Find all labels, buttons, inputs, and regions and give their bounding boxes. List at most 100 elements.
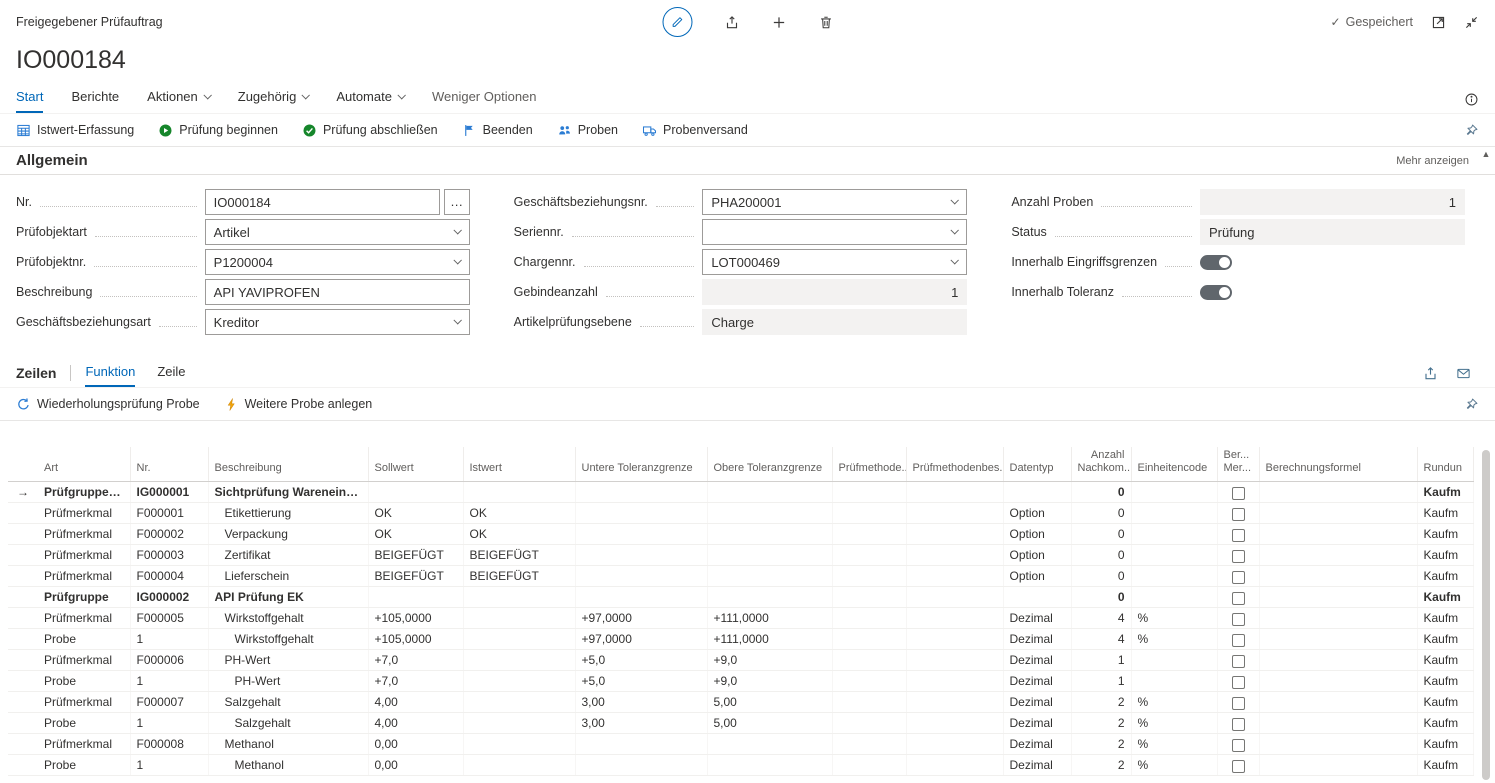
lines-tab-zeile[interactable]: Zeile <box>157 362 185 387</box>
menu-tab-weniger-optionen[interactable]: Weniger Optionen <box>432 85 537 113</box>
nr-cell[interactable]: F000008 <box>130 734 208 755</box>
nr-cell[interactable]: 1 <box>130 629 208 650</box>
beschreibung-cell[interactable]: Sichtprüfung Wareneingang <box>208 482 368 503</box>
check-cell[interactable] <box>1217 545 1259 566</box>
row-selector[interactable] <box>8 713 38 734</box>
art-cell[interactable]: Prüfmerkmal <box>38 503 130 524</box>
beschreibung-cell[interactable]: Verpackung <box>208 524 368 545</box>
general-section-title[interactable]: Allgemein <box>16 152 88 169</box>
vertical-scrollbar[interactable]: ▲ <box>1479 147 1493 783</box>
nr-cell[interactable]: 1 <box>130 713 208 734</box>
row-selector[interactable] <box>8 629 38 650</box>
check-cell[interactable] <box>1217 755 1259 776</box>
datentyp-cell[interactable]: Dezimal <box>1003 671 1071 692</box>
datentyp-cell[interactable]: Option <box>1003 545 1071 566</box>
pruefmethodenbes-cell[interactable] <box>906 692 1003 713</box>
nr-cell[interactable]: F000007 <box>130 692 208 713</box>
check-cell[interactable] <box>1217 671 1259 692</box>
nr-cell[interactable]: F000004 <box>130 566 208 587</box>
action-prüfung-beginnen[interactable]: Prüfung beginnen <box>158 123 278 138</box>
check-cell[interactable] <box>1217 503 1259 524</box>
nr-cell[interactable]: 1 <box>130 671 208 692</box>
untere-cell[interactable]: +97,0000 <box>575 629 707 650</box>
nr-cell[interactable]: F000005 <box>130 608 208 629</box>
formel-cell[interactable] <box>1259 608 1417 629</box>
beschreibung-cell[interactable]: Salzgehalt <box>208 713 368 734</box>
datentyp-cell[interactable]: Dezimal <box>1003 650 1071 671</box>
einheit-cell[interactable] <box>1131 482 1217 503</box>
checkbox[interactable] <box>1232 676 1245 689</box>
check-cell[interactable] <box>1217 734 1259 755</box>
nr-cell[interactable]: 1 <box>130 755 208 776</box>
beschreibung-cell[interactable]: Wirkstoffgehalt <box>208 629 368 650</box>
art-cell[interactable]: Probe <box>38 629 130 650</box>
info-button[interactable] <box>1464 92 1479 107</box>
menu-tab-aktionen[interactable]: Aktionen <box>147 85 210 113</box>
beschreibung-cell[interactable]: Lieferschein <box>208 566 368 587</box>
sollwert-cell[interactable]: 4,00 <box>368 692 463 713</box>
datentyp-cell[interactable]: Dezimal <box>1003 713 1071 734</box>
einheit-cell[interactable] <box>1131 650 1217 671</box>
obere-cell[interactable]: +111,0000 <box>707 629 832 650</box>
art-cell[interactable]: Prüfmerkmal <box>38 650 130 671</box>
sollwert-cell[interactable]: OK <box>368 503 463 524</box>
rundung-cell[interactable]: Kaufm <box>1417 692 1473 713</box>
pruefmethode-cell[interactable] <box>832 650 906 671</box>
untere-cell[interactable]: 3,00 <box>575 692 707 713</box>
checkbox[interactable] <box>1232 739 1245 752</box>
untere-cell[interactable] <box>575 734 707 755</box>
formel-cell[interactable] <box>1259 587 1417 608</box>
pin-button[interactable] <box>1464 123 1479 138</box>
anzahl-cell[interactable]: 1 <box>1071 671 1131 692</box>
anzahl-cell[interactable]: 0 <box>1071 545 1131 566</box>
istwert-cell[interactable] <box>463 692 575 713</box>
formel-cell[interactable] <box>1259 503 1417 524</box>
row-selector[interactable] <box>8 734 38 755</box>
sollwert-cell[interactable]: 4,00 <box>368 713 463 734</box>
row-selector[interactable] <box>8 566 38 587</box>
formel-cell[interactable] <box>1259 755 1417 776</box>
action-beenden[interactable]: Beenden <box>462 123 533 138</box>
check-cell[interactable] <box>1217 692 1259 713</box>
column-header-nr[interactable]: Nr. <box>130 447 208 482</box>
action-probenversand[interactable]: Probenversand <box>642 123 748 138</box>
action-istwert-erfassung[interactable]: Istwert-Erfassung <box>16 123 134 138</box>
datentyp-cell[interactable]: Dezimal <box>1003 629 1071 650</box>
datentyp-cell[interactable] <box>1003 587 1071 608</box>
datentyp-cell[interactable]: Option <box>1003 503 1071 524</box>
pruefmethode-cell[interactable] <box>832 692 906 713</box>
checkbox[interactable] <box>1232 760 1245 773</box>
pruefmethodenbes-cell[interactable] <box>906 587 1003 608</box>
sollwert-cell[interactable]: +7,0 <box>368 671 463 692</box>
obere-cell[interactable] <box>707 524 832 545</box>
obere-cell[interactable] <box>707 545 832 566</box>
action-wiederholungsprüfung-probe[interactable]: Wiederholungsprüfung Probe <box>16 397 200 412</box>
check-cell[interactable] <box>1217 608 1259 629</box>
anzahl-cell[interactable]: 2 <box>1071 755 1131 776</box>
datentyp-cell[interactable]: Dezimal <box>1003 734 1071 755</box>
formel-cell[interactable] <box>1259 650 1417 671</box>
obere-cell[interactable]: +9,0 <box>707 650 832 671</box>
art-cell[interactable]: Prüfmerkmal <box>38 734 130 755</box>
scroll-up-icon[interactable]: ▲ <box>1482 149 1491 159</box>
action-proben[interactable]: Proben <box>557 123 618 138</box>
anzahl-cell[interactable]: 2 <box>1071 734 1131 755</box>
menu-tab-automate[interactable]: Automate <box>336 85 404 113</box>
istwert-cell[interactable] <box>463 713 575 734</box>
show-more-link[interactable]: Mehr anzeigen <box>1396 155 1469 167</box>
check-cell[interactable] <box>1217 524 1259 545</box>
obere-cell[interactable] <box>707 734 832 755</box>
check-cell[interactable] <box>1217 566 1259 587</box>
datentyp-cell[interactable] <box>1003 482 1071 503</box>
pruefmethodenbes-cell[interactable] <box>906 608 1003 629</box>
nr-cell[interactable]: F000002 <box>130 524 208 545</box>
istwert-cell[interactable] <box>463 734 575 755</box>
nr-cell[interactable]: IG000002 <box>130 587 208 608</box>
pruefmethode-cell[interactable] <box>832 671 906 692</box>
formel-cell[interactable] <box>1259 629 1417 650</box>
row-selector[interactable] <box>8 503 38 524</box>
rundung-cell[interactable]: Kaufm <box>1417 671 1473 692</box>
beschreibung-cell[interactable]: Zertifikat <box>208 545 368 566</box>
nr-cell[interactable]: F000006 <box>130 650 208 671</box>
einheit-cell[interactable] <box>1131 671 1217 692</box>
